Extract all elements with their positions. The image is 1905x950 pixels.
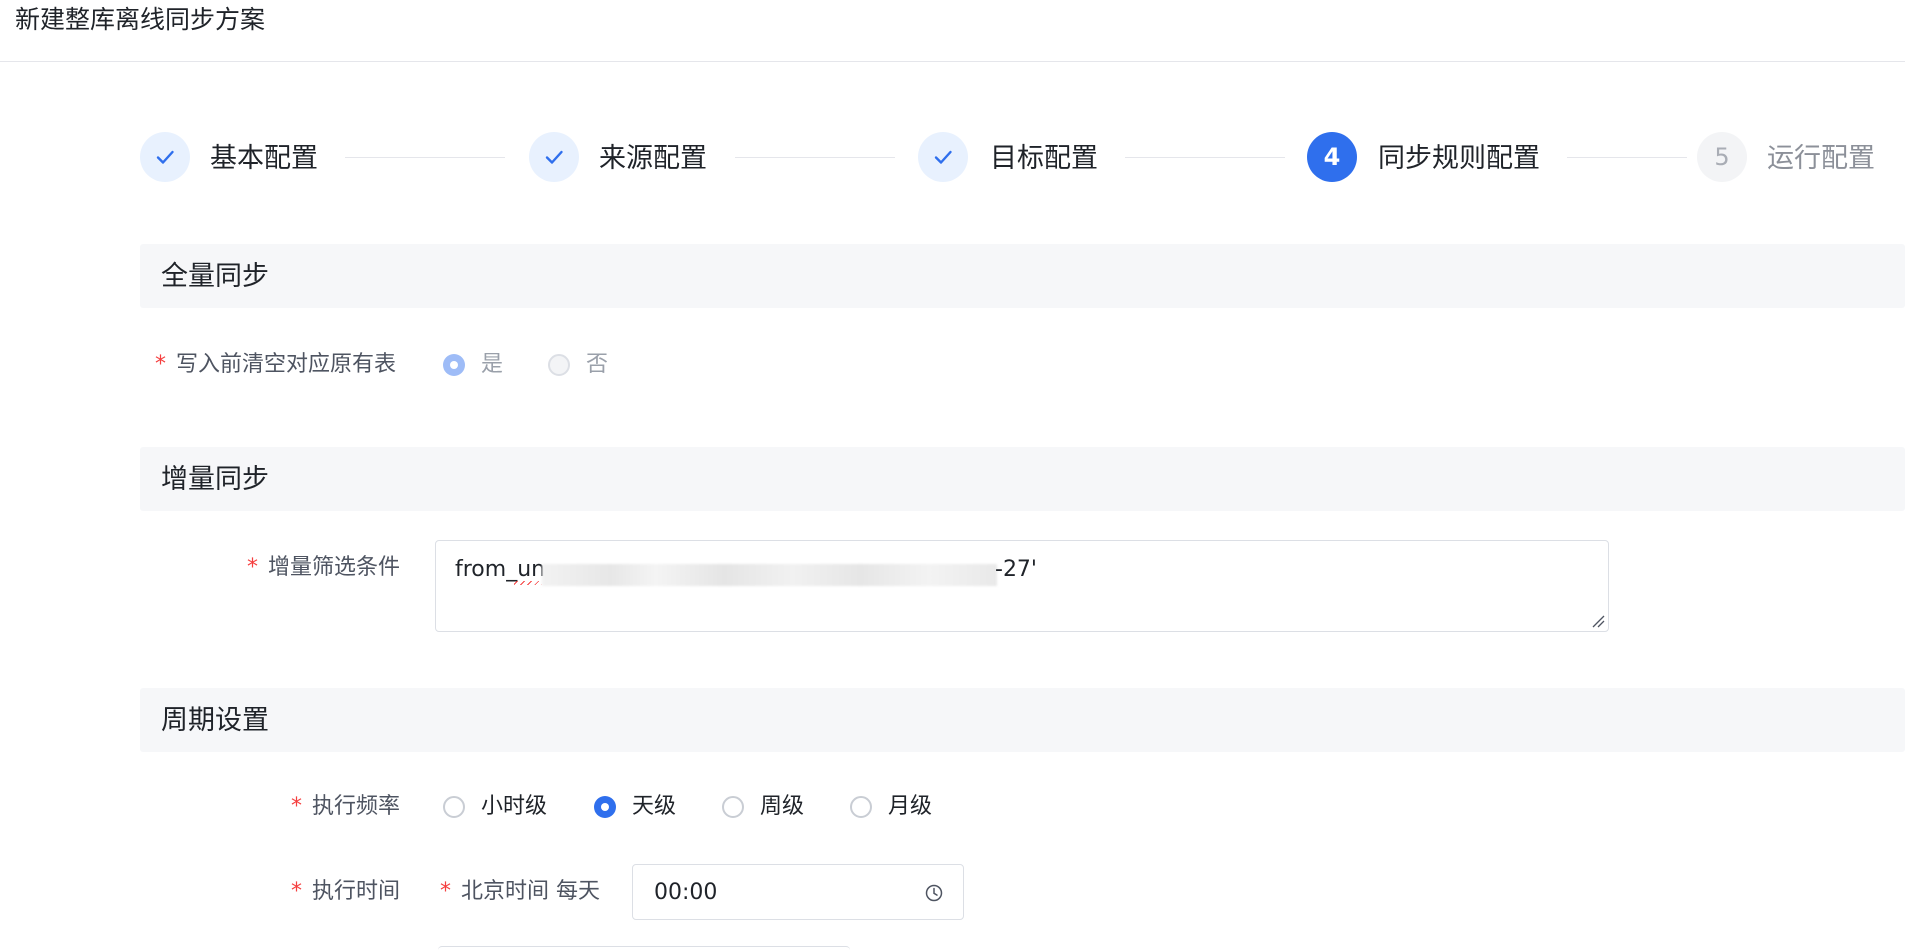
step-2-label: 来源配置 (599, 143, 707, 174)
radio-clear-no[interactable] (548, 354, 570, 376)
radio-frequency-monthly[interactable] (850, 796, 872, 818)
timezone-label-text: 北京时间 每天 (461, 879, 600, 904)
step-connector (1567, 157, 1687, 158)
radio-frequency-hourly-label[interactable]: 小时级 (481, 792, 547, 822)
section-title-incremental-sync: 增量同步 (161, 464, 269, 495)
timezone-label: * 北京时间 每天 (440, 877, 600, 907)
step-5-wait-indicator: 5 (1697, 132, 1747, 182)
step-5-label: 运行配置 (1767, 143, 1875, 174)
spellcheck-underline (514, 581, 542, 585)
section-title-schedule: 周期设置 (161, 705, 269, 736)
page-header (0, 0, 1905, 62)
clear-table-label: * 写入前清空对应原有表 (155, 350, 396, 380)
frequency-label: * 执行频率 (291, 792, 400, 822)
radio-frequency-daily[interactable] (594, 796, 616, 818)
radio-frequency-weekly[interactable] (722, 796, 744, 818)
radio-frequency-monthly-label[interactable]: 月级 (888, 792, 932, 822)
exec-time-label: * 执行时间 (291, 877, 400, 907)
step-3-done-indicator (918, 132, 968, 182)
check-icon (934, 150, 952, 164)
step-3-label: 目标配置 (990, 143, 1098, 174)
filter-value-end: -27' (995, 557, 1037, 582)
required-mark: * (291, 879, 302, 904)
required-mark: * (291, 794, 302, 819)
required-mark: * (155, 352, 166, 377)
section-full-sync (140, 244, 1905, 308)
clock-icon[interactable] (925, 884, 943, 902)
radio-frequency-weekly-label[interactable]: 周级 (760, 792, 804, 822)
filter-label: * 增量筛选条件 (247, 553, 400, 583)
step-4-label: 同步规则配置 (1378, 143, 1540, 174)
filter-textarea[interactable] (435, 540, 1609, 632)
step-1-label: 基本配置 (210, 143, 318, 174)
redacted-text (542, 564, 997, 586)
radio-frequency-daily-label[interactable]: 天级 (632, 792, 676, 822)
radio-clear-no-label[interactable]: 否 (586, 350, 608, 380)
check-icon (545, 150, 563, 164)
section-schedule (140, 688, 1905, 752)
step-2-done-indicator (529, 132, 579, 182)
radio-frequency-hourly[interactable] (443, 796, 465, 818)
radio-clear-yes-label[interactable]: 是 (481, 350, 503, 380)
section-incremental-sync (140, 447, 1905, 511)
step-connector (345, 157, 505, 158)
frequency-label-text: 执行频率 (312, 794, 401, 819)
exec-time-label-text: 执行时间 (312, 879, 401, 904)
filter-label-text: 增量筛选条件 (268, 555, 401, 580)
required-mark: * (247, 555, 258, 580)
page-title: 新建整库离线同步方案 (15, 5, 266, 34)
step-connector (735, 157, 895, 158)
step-connector (1125, 157, 1285, 158)
check-icon (156, 150, 174, 164)
step-4-active-indicator: 4 (1307, 132, 1357, 182)
resize-handle-icon[interactable] (1591, 614, 1605, 628)
required-mark: * (440, 879, 451, 904)
section-title-full-sync: 全量同步 (161, 261, 269, 292)
next-field-edge (438, 946, 850, 950)
exec-time-value[interactable]: 00:00 (654, 878, 717, 908)
step-1-done-indicator (140, 132, 190, 182)
radio-clear-yes[interactable] (443, 354, 465, 376)
clear-table-label-text: 写入前清空对应原有表 (176, 352, 397, 377)
